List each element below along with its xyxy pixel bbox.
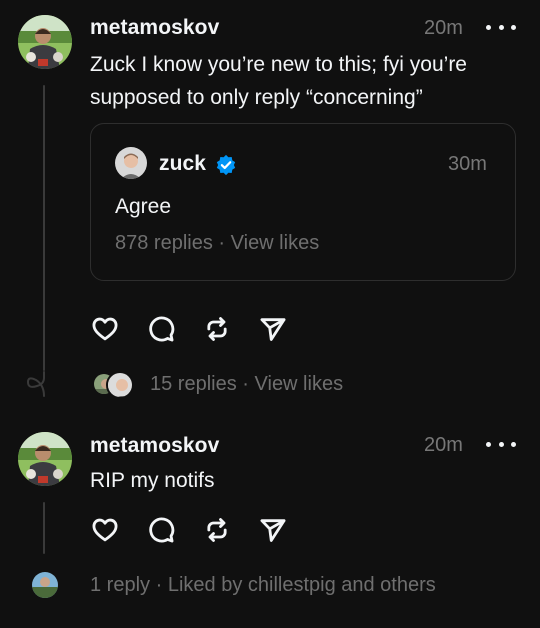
post-meta: 1 reply · Liked by chillestpig and other… <box>90 574 436 597</box>
quoted-view-likes-link[interactable]: View likes <box>231 232 320 254</box>
repost-button[interactable] <box>202 314 232 344</box>
replier-avatar <box>106 371 134 399</box>
quoted-meta: 878 replies · View likes <box>115 232 319 255</box>
like-button[interactable] <box>90 314 120 344</box>
separator: · <box>155 574 163 596</box>
quoted-text: Agree <box>115 195 172 218</box>
share-button[interactable] <box>258 515 288 545</box>
comment-icon <box>149 517 175 543</box>
view-likes-link[interactable]: View likes <box>255 373 344 395</box>
thread-loop-icon <box>26 371 45 397</box>
replier-avatar <box>32 572 58 598</box>
more-icon[interactable] <box>486 22 516 32</box>
post-text-line: supposed to only reply “concerning” <box>90 86 423 109</box>
quoted-username[interactable]: zuck <box>159 152 206 176</box>
separator: · <box>218 232 226 254</box>
post-timestamp: 20m <box>424 17 463 39</box>
share-button[interactable] <box>258 314 288 344</box>
share-icon <box>260 519 286 542</box>
post-timestamp: 20m <box>424 434 463 456</box>
post-text: RIP my notifs <box>90 469 215 492</box>
thread-line <box>43 502 45 554</box>
reply-button[interactable] <box>146 314 176 344</box>
more-icon[interactable] <box>486 439 516 449</box>
repost-icon <box>207 317 227 341</box>
reply-button[interactable] <box>146 515 176 545</box>
post-text-line: Zuck I know you’re new to this; fyi you’… <box>90 53 467 76</box>
separator: · <box>242 373 249 395</box>
avatar[interactable] <box>18 15 72 69</box>
heart-icon <box>92 317 118 341</box>
thread-line <box>43 85 45 371</box>
quoted-post-card[interactable]: zuck 30m Agree 878 replies · View likes <box>90 123 516 281</box>
quoted-replies-link[interactable]: 878 replies <box>115 232 213 254</box>
post-username[interactable]: metamoskov <box>90 434 219 458</box>
share-icon <box>260 318 286 341</box>
post-actions <box>90 314 314 344</box>
quoted-avatar[interactable] <box>115 147 147 179</box>
quoted-timestamp: 30m <box>448 153 487 175</box>
replies-link[interactable]: 15 replies <box>150 373 237 395</box>
comment-icon <box>149 316 175 342</box>
repost-button[interactable] <box>202 515 232 545</box>
post-username[interactable]: metamoskov <box>90 16 219 40</box>
post-actions <box>90 515 314 545</box>
heart-icon <box>92 518 118 542</box>
avatar[interactable] <box>18 432 72 486</box>
post-meta: 15 replies · View likes <box>150 373 343 396</box>
verified-badge-icon <box>216 154 236 176</box>
repost-icon <box>207 518 227 542</box>
replies-link[interactable]: 1 reply <box>90 574 150 596</box>
like-button[interactable] <box>90 515 120 545</box>
liked-by-link[interactable]: Liked by chillestpig and others <box>168 574 436 596</box>
